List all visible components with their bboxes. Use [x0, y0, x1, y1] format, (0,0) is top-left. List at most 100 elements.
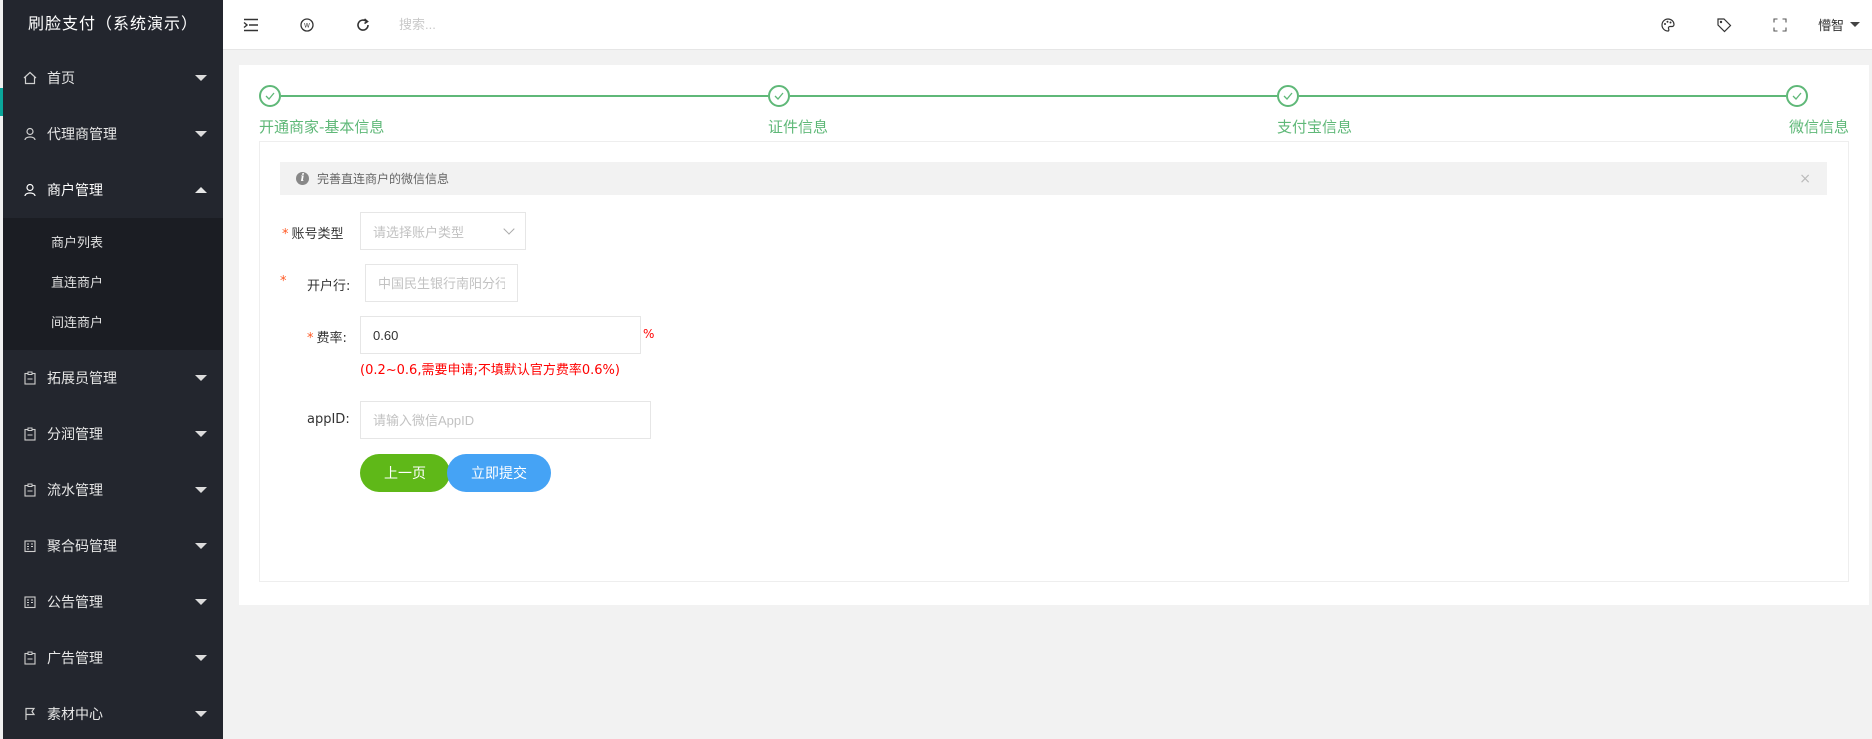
step-check-icon: [1786, 85, 1808, 107]
website-icon[interactable]: W: [279, 0, 335, 50]
step-label-certificates: 证件信息: [768, 118, 829, 136]
caret-up-icon: [195, 187, 207, 193]
home-icon: [23, 71, 37, 85]
clipboard-icon: [23, 483, 37, 497]
username: 懵智: [1817, 19, 1844, 34]
step-label-basic-info: 开通商家-基本信息: [259, 118, 385, 136]
user-icon: [23, 127, 37, 141]
sidebar-item-label: 素材中心: [47, 707, 103, 723]
header-actions: 懵智: [1640, 0, 1872, 50]
user-icon: [23, 183, 37, 197]
sidebar-item-profit-share[interactable]: 分润管理: [3, 406, 223, 462]
caret-down-icon: [195, 75, 207, 81]
theme-palette-icon[interactable]: [1640, 0, 1696, 50]
bank-label: 开户行:: [307, 279, 351, 294]
sidebar-subitem-merchant-list[interactable]: 商户列表: [3, 224, 223, 264]
main-card: 开通商家-基本信息 证件信息 支付宝信息 微信信息 i 完善直连商户的微信信息 …: [239, 65, 1869, 605]
sidebar-item-label: 拓展员管理: [47, 371, 117, 387]
flag-icon: [23, 707, 37, 721]
sidebar-subitem-indirect-merchants[interactable]: 间连商户: [3, 304, 223, 344]
caret-down-icon: [195, 599, 207, 605]
required-mark: *: [280, 274, 287, 289]
sidebar-item-agents[interactable]: 代理商管理: [3, 106, 223, 162]
sidebar-item-label: 流水管理: [47, 483, 103, 499]
search-input[interactable]: [399, 17, 659, 32]
info-alert: i 完善直连商户的微信信息 ×: [280, 162, 1827, 195]
svg-text:W: W: [304, 22, 310, 29]
tag-icon[interactable]: [1696, 0, 1752, 50]
caret-down-icon: [195, 375, 207, 381]
sidebar-menu: 首页 代理商管理 商户管理 商户列表 直连商户 间连商户 拓展员管理 分润管理 …: [0, 50, 223, 739]
merchant-submenu: 商户列表 直连商户 间连商户: [3, 218, 223, 350]
sidebar-item-aggregate-code[interactable]: 聚合码管理: [3, 518, 223, 574]
appid-label: appID:: [307, 412, 350, 427]
app-logo-title: 刷脸支付（系统演示）: [27, 14, 198, 33]
caret-down-icon: [195, 543, 207, 549]
caret-down-icon: [1850, 22, 1860, 27]
clipboard-icon: [23, 651, 37, 665]
sidebar-subitem-direct-merchants[interactable]: 直连商户: [3, 264, 223, 304]
appid-field[interactable]: [360, 401, 651, 439]
caret-down-icon: [195, 655, 207, 661]
clipboard-icon: [23, 371, 37, 385]
rate-field[interactable]: [360, 316, 641, 354]
rate-input[interactable]: [373, 327, 628, 343]
sidebar-item-label: 商户管理: [47, 183, 103, 199]
step-connector: [281, 95, 768, 97]
step-label-wechat: 微信信息: [1788, 118, 1849, 136]
rate-label: * 费率:: [307, 327, 347, 346]
step-label-alipay: 支付宝信息: [1277, 118, 1353, 136]
sidebar-item-materials[interactable]: 素材中心: [3, 686, 223, 739]
sidebar-item-merchants[interactable]: 商户管理: [3, 162, 223, 218]
top-header: W 懵智: [223, 0, 1872, 50]
sidebar-item-label: 代理商管理: [47, 127, 117, 143]
required-mark: *: [282, 227, 289, 242]
caret-down-icon: [195, 487, 207, 493]
bank-input[interactable]: [378, 275, 505, 291]
sidebar-item-label: 首页: [47, 71, 75, 87]
sidebar-item-transactions[interactable]: 流水管理: [3, 462, 223, 518]
progress-steps: 开通商家-基本信息 证件信息 支付宝信息 微信信息: [259, 83, 1849, 136]
rate-unit: %: [643, 327, 655, 341]
close-icon[interactable]: ×: [1799, 171, 1811, 187]
rate-hint: (0.2~0.6,需要申请;不填默认官方费率0.6%): [360, 363, 620, 378]
caret-down-icon: [195, 431, 207, 437]
chevron-down-icon: [503, 223, 515, 235]
sidebar: 刷脸支付（系统演示） 首页 代理商管理 商户管理 商户列表 直连商户 间连商户 …: [0, 0, 223, 739]
sidebar-item-expanders[interactable]: 拓展员管理: [3, 350, 223, 406]
required-mark: *: [307, 331, 314, 346]
account-type-placeholder: 请选择账户类型: [373, 225, 465, 241]
step-check-icon: [1277, 85, 1299, 107]
sidebar-item-ads[interactable]: 广告管理: [3, 630, 223, 686]
user-menu[interactable]: 懵智: [1808, 15, 1872, 34]
alert-text: 完善直连商户的微信信息: [317, 172, 450, 186]
clipboard-icon: [23, 427, 37, 441]
account-type-label: * 账号类型: [282, 223, 344, 242]
bank-field[interactable]: [365, 264, 518, 302]
refresh-icon[interactable]: [335, 0, 391, 50]
sidebar-item-home[interactable]: 首页: [3, 50, 223, 106]
step-check-icon: [768, 85, 790, 107]
sidebar-item-label: 广告管理: [47, 651, 103, 667]
caret-down-icon: [195, 711, 207, 717]
rate-label-text: 费率:: [316, 331, 347, 346]
step-check-icon: [259, 85, 281, 107]
menu-collapse-icon[interactable]: [223, 0, 279, 50]
sidebar-item-label: 公告管理: [47, 595, 103, 611]
sidebar-item-announcements[interactable]: 公告管理: [3, 574, 223, 630]
account-type-select[interactable]: 请选择账户类型: [360, 212, 526, 250]
book-icon: [23, 595, 37, 609]
appid-input[interactable]: [373, 412, 638, 428]
step-connector: [790, 95, 1277, 97]
active-indicator: [0, 88, 3, 116]
book-icon: [23, 539, 37, 553]
fullscreen-icon[interactable]: [1752, 0, 1808, 50]
prev-page-button[interactable]: 上一页: [360, 454, 450, 492]
sidebar-item-label: 聚合码管理: [47, 539, 117, 555]
wechat-info-form: i 完善直连商户的微信信息 × *账号类型 请选择账户类型 * 开户行: *费率…: [259, 141, 1849, 582]
caret-down-icon: [195, 131, 207, 137]
account-type-label-text: 账号类型: [291, 227, 344, 242]
bank-required-mark: *: [280, 274, 290, 289]
info-icon: i: [296, 172, 309, 185]
submit-button[interactable]: 立即提交: [447, 454, 551, 492]
